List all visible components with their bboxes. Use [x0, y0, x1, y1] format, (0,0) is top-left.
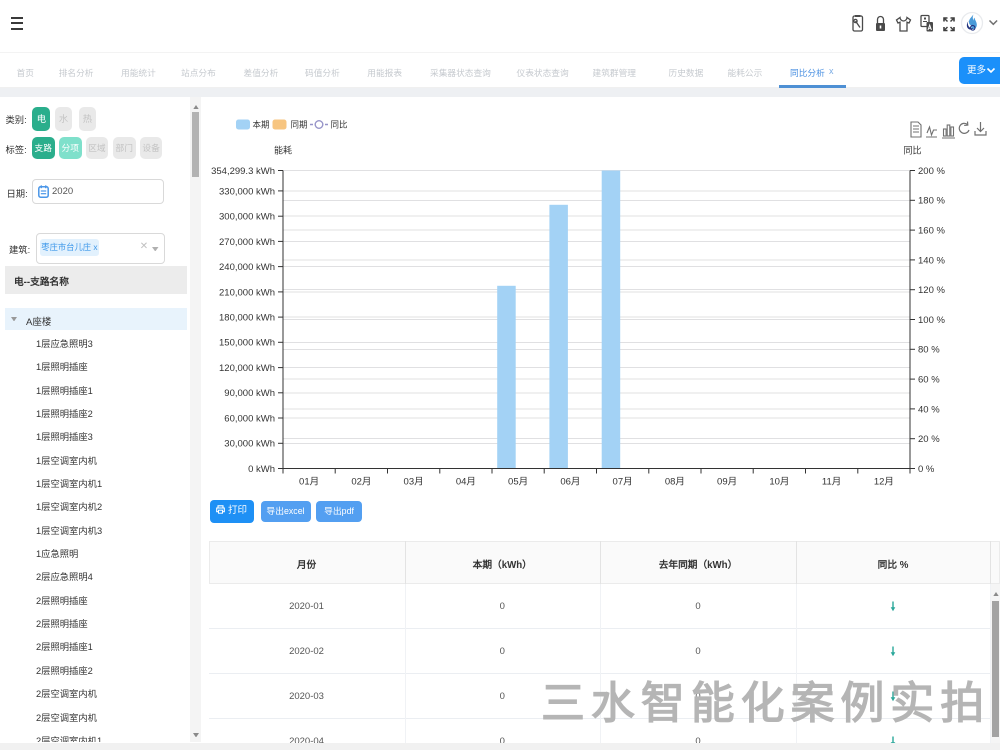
- svg-text:07月: 07月: [613, 477, 633, 488]
- svg-text:06月: 06月: [560, 477, 580, 488]
- svg-text:60,000 kWh: 60,000 kWh: [224, 413, 275, 424]
- svg-text:120,000 kWh: 120,000 kWh: [219, 363, 275, 374]
- svg-text:354,299.3 kWh: 354,299.3 kWh: [211, 166, 275, 177]
- svg-text:20 %: 20 %: [918, 434, 940, 445]
- svg-text:180 %: 180 %: [918, 196, 945, 207]
- svg-text:180,000 kWh: 180,000 kWh: [219, 313, 275, 324]
- svg-text:02月: 02月: [351, 477, 371, 488]
- svg-text:330,000 kWh: 330,000 kWh: [219, 186, 275, 197]
- svg-text:210,000 kWh: 210,000 kWh: [219, 287, 275, 298]
- svg-text:同比: 同比: [904, 145, 922, 156]
- svg-text:300,000 kWh: 300,000 kWh: [219, 212, 275, 223]
- svg-text:能耗: 能耗: [274, 145, 292, 156]
- svg-text:同比: 同比: [331, 120, 348, 130]
- svg-text:01月: 01月: [299, 477, 319, 488]
- svg-text:04月: 04月: [456, 477, 476, 488]
- svg-text:80 %: 80 %: [918, 345, 940, 356]
- svg-text:40 %: 40 %: [918, 404, 940, 415]
- svg-text:120 %: 120 %: [918, 285, 945, 296]
- svg-text:140 %: 140 %: [918, 255, 945, 266]
- svg-text:240,000 kWh: 240,000 kWh: [219, 262, 275, 273]
- svg-text:11月: 11月: [822, 477, 841, 488]
- svg-text:100 %: 100 %: [918, 315, 945, 326]
- svg-text:60 %: 60 %: [918, 375, 940, 386]
- svg-text:150,000 kWh: 150,000 kWh: [219, 338, 275, 349]
- svg-text:160 %: 160 %: [918, 226, 945, 237]
- svg-text:90,000 kWh: 90,000 kWh: [224, 388, 275, 399]
- svg-text:0 kWh: 0 kWh: [248, 464, 275, 475]
- svg-text:09月: 09月: [717, 477, 737, 488]
- svg-text:30,000 kWh: 30,000 kWh: [224, 439, 275, 450]
- svg-text:08月: 08月: [665, 477, 685, 488]
- svg-text:270,000 kWh: 270,000 kWh: [219, 237, 275, 248]
- svg-text:同期: 同期: [291, 120, 308, 130]
- svg-text:本期: 本期: [253, 120, 270, 130]
- svg-text:0 %: 0 %: [918, 464, 935, 475]
- svg-text:12月: 12月: [874, 477, 894, 488]
- svg-text:10月: 10月: [769, 477, 789, 488]
- svg-text:03月: 03月: [404, 477, 424, 488]
- svg-text:200 %: 200 %: [918, 166, 945, 177]
- svg-text:05月: 05月: [508, 477, 528, 488]
